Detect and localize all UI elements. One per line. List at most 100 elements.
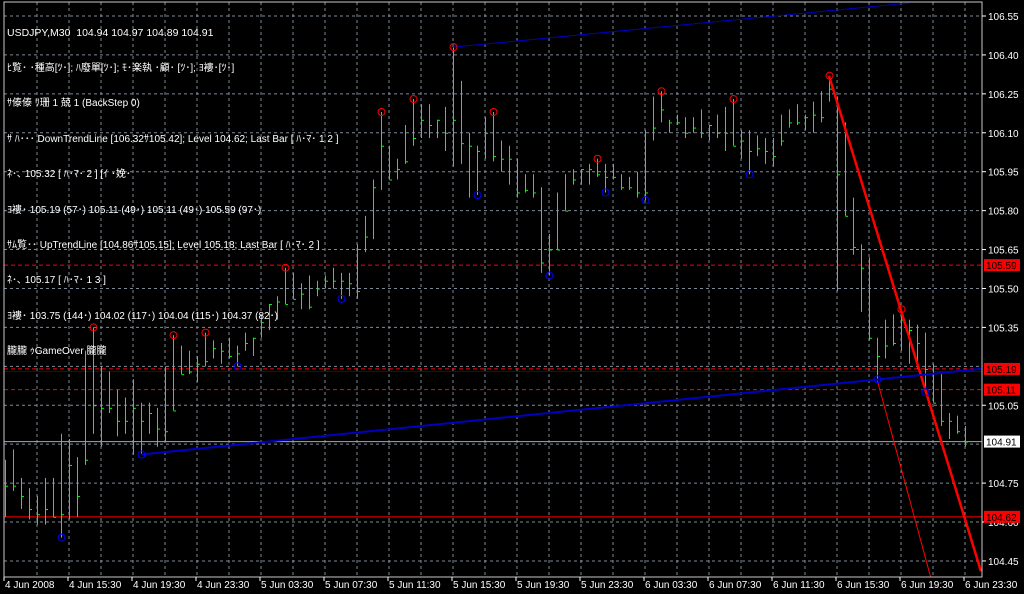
price-bar <box>669 119 672 133</box>
price-bar <box>757 135 760 157</box>
price-bar <box>133 379 136 455</box>
info-line: ｻ傣傣 ﾘ珊 1 兢 1 (BackStep 0) <box>7 98 140 110</box>
info-line: ﾖ褸･ 103.75 (144･) 104.02 (117･) 104.04 (… <box>7 310 278 322</box>
price-bar <box>45 477 48 525</box>
price-bar <box>781 114 784 146</box>
info-line: ﾋ覧･ ･種高[ﾂ･]; ﾊ廢單[ﾂ･]; ﾓ･楽執 ･顧･ [ﾂ･]; ﾖ褸･… <box>7 62 235 74</box>
price-bar <box>493 112 496 162</box>
info-line: ﾖ褸･ 105.19 (57･) 105.11 (49･) 105.11 (49… <box>7 204 262 216</box>
price-bar <box>437 119 440 138</box>
price-bar <box>69 438 72 520</box>
x-tick-label: 5 Jun 19:30 <box>517 580 570 591</box>
down-trend-projection <box>876 379 932 577</box>
level-104-62-tag-label: 104.62 <box>986 513 1017 524</box>
level-105-59-tag-label: 105.59 <box>986 261 1017 272</box>
price-bar <box>877 337 880 380</box>
x-tick-label: 6 Jun 03:30 <box>645 580 698 591</box>
bid-line-tag-label: 104.91 <box>986 438 1017 449</box>
price-bar <box>37 496 40 525</box>
price-bar <box>853 197 856 255</box>
price-bar <box>421 104 424 138</box>
price-bar <box>501 140 504 172</box>
price-bar <box>965 426 968 447</box>
price-bar <box>605 163 608 193</box>
price-bar <box>469 132 472 198</box>
price-bar <box>749 130 752 175</box>
y-tick-label: 104.75 <box>988 479 1019 490</box>
price-bar <box>773 137 776 167</box>
price-bar <box>413 99 416 146</box>
downtrend-info-line: ｻ ﾊ･･･ DownTrendLine [106.32ｻ105.42]; Le… <box>7 133 339 145</box>
price-bar <box>549 233 552 276</box>
y-tick-label: 106.25 <box>988 90 1019 101</box>
price-bar <box>381 112 384 190</box>
price-bar <box>389 145 392 181</box>
price-bar <box>565 174 568 212</box>
x-tick-label: 5 Jun 23:30 <box>581 580 634 591</box>
x-tick-label: 4 Jun 19:30 <box>133 580 186 591</box>
price-bar <box>357 244 360 299</box>
price-bar <box>941 374 944 427</box>
price-bar <box>837 96 840 292</box>
price-bar <box>805 114 808 131</box>
price-bar <box>645 130 648 201</box>
price-bar <box>373 179 376 240</box>
price-bar <box>725 106 728 151</box>
upper-channel-line <box>452 2 910 48</box>
price-bar <box>21 477 24 510</box>
price-bar <box>589 163 592 185</box>
price-bar <box>869 257 872 341</box>
y-tick-label: 105.05 <box>988 401 1019 412</box>
price-bar <box>765 137 768 164</box>
price-bar <box>885 319 888 359</box>
price-bar <box>733 99 736 147</box>
price-bar <box>789 109 792 128</box>
x-tick-label: 6 Jun 23:30 <box>965 580 1018 591</box>
price-bar <box>933 363 936 404</box>
price-bar <box>813 101 816 133</box>
price-bar <box>13 449 16 491</box>
price-bar <box>701 109 704 138</box>
price-bar <box>517 158 520 198</box>
price-bar <box>149 402 152 434</box>
price-bar <box>541 187 544 273</box>
price-bar <box>677 114 680 125</box>
y-tick-label: 105.95 <box>988 168 1019 179</box>
chart-window[interactable]: 106.55 106.40 106.25 106.10 105.95 105.80 105.… <box>0 0 1024 594</box>
info-line: ﾈ･､ 105.32 [ ﾊ･ﾏ･ 2 ] [ｲ ･娩･ <box>7 169 131 181</box>
price-bar <box>117 389 120 437</box>
y-tick-label: 105.80 <box>988 207 1019 218</box>
level-105-11-tag-label: 105.11 <box>986 386 1016 397</box>
x-tick-label: 5 Jun 07:30 <box>325 580 378 591</box>
price-bar <box>557 192 560 251</box>
price-bar <box>653 96 656 141</box>
y-tick-label: 106.55 <box>988 12 1019 23</box>
price-bar <box>77 457 80 517</box>
x-tick-label: 5 Jun 15:30 <box>453 580 506 591</box>
symbol-ohlc-line: USDJPY,M30 104.94 104.97 104.89 104.91 <box>7 26 214 39</box>
price-bar <box>525 174 528 193</box>
price-bar <box>693 117 696 133</box>
indicator-info-panel: USDJPY,M30 104.94 104.97 104.89 104.91 ﾋ… <box>7 4 338 382</box>
x-tick-label: 6 Jun 07:30 <box>709 580 762 591</box>
price-bar <box>29 488 32 520</box>
x-tick-label: 4 Jun 15:30 <box>69 580 122 591</box>
x-tick-label: 5 Jun 03:30 <box>261 580 314 591</box>
price-bar <box>533 174 536 198</box>
y-tick-label: 106.40 <box>988 51 1019 62</box>
price-bar <box>445 106 448 151</box>
x-tick-label: 6 Jun 11:30 <box>773 580 825 591</box>
x-tick-label: 4 Jun 23:30 <box>197 580 250 591</box>
y-tick-label: 105.65 <box>988 246 1019 257</box>
y-tick-label: 104.45 <box>988 557 1019 568</box>
price-bar <box>797 104 800 125</box>
price-bar <box>949 413 952 439</box>
y-tick-label: 105.50 <box>988 284 1019 295</box>
price-bar <box>893 314 896 346</box>
price-bar <box>397 158 400 180</box>
level-105-19-tag-label: 105.19 <box>986 365 1017 376</box>
info-line: ﾈ･､ 105.17 [ ﾊ･ﾏ･ 1 3 ] <box>7 275 106 287</box>
price-bar <box>53 477 56 518</box>
price-bar <box>621 174 624 190</box>
uptrend-info-line: ｻﾑ覧･･ UpTrendLine [104.86ｻ105.15]; Level… <box>7 239 320 251</box>
